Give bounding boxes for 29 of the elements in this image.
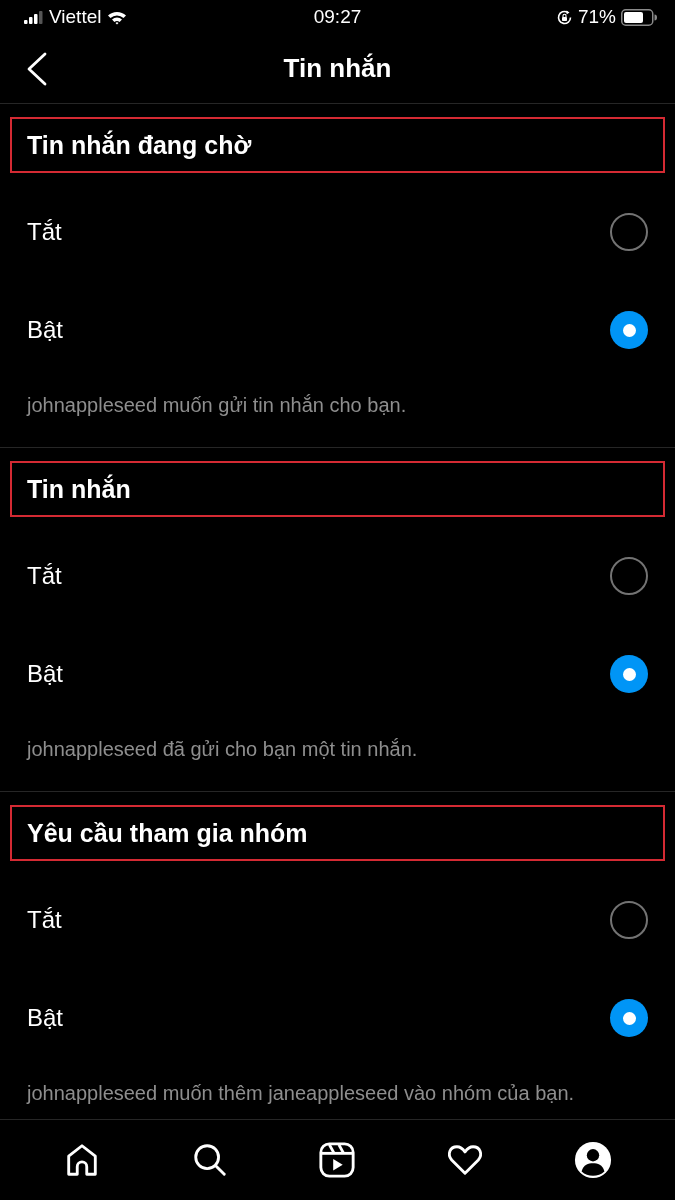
signal-icon [24,10,43,24]
wifi-icon [107,9,128,25]
option-caption: johnappleseed muốn gửi tin nhắn cho bạn. [27,393,408,417]
option-caption: johnappleseed đã gửi cho bạn một tin nhắn. [27,737,419,761]
battery-percent: 71% [577,6,616,28]
section-heading: Tin nhắn đang chờ [27,130,252,160]
battery-icon [621,8,657,26]
profile-icon[interactable] [574,1141,613,1179]
back-icon[interactable] [26,52,48,86]
section-heading: Tin nhắn [27,474,131,504]
radio-button[interactable] [610,311,648,349]
radio-button[interactable] [610,655,648,693]
radio-button[interactable] [610,213,648,251]
option-label: Tắt [27,562,62,590]
status-time: 09:27 [313,6,362,27]
option-label: Tắt [27,906,62,934]
radio-button[interactable] [610,557,648,595]
radio-button[interactable] [610,901,648,939]
carrier-name: Viettel [49,6,102,28]
section-heading: Yêu cầu tham gia nhóm [27,818,308,848]
page-title: Tin nhắn [283,53,392,84]
option-label: Bật [27,1004,64,1032]
option-label: Tắt [27,218,62,246]
option-label: Bật [27,316,64,344]
radio-button[interactable] [610,999,648,1037]
option-label: Bật [27,660,64,688]
option-caption: johnappleseed muốn thêm janeappleseed vào nhóm của bạn. [27,1081,576,1105]
video-play-icon[interactable] [318,1141,357,1179]
rotation-lock-icon [555,8,573,26]
